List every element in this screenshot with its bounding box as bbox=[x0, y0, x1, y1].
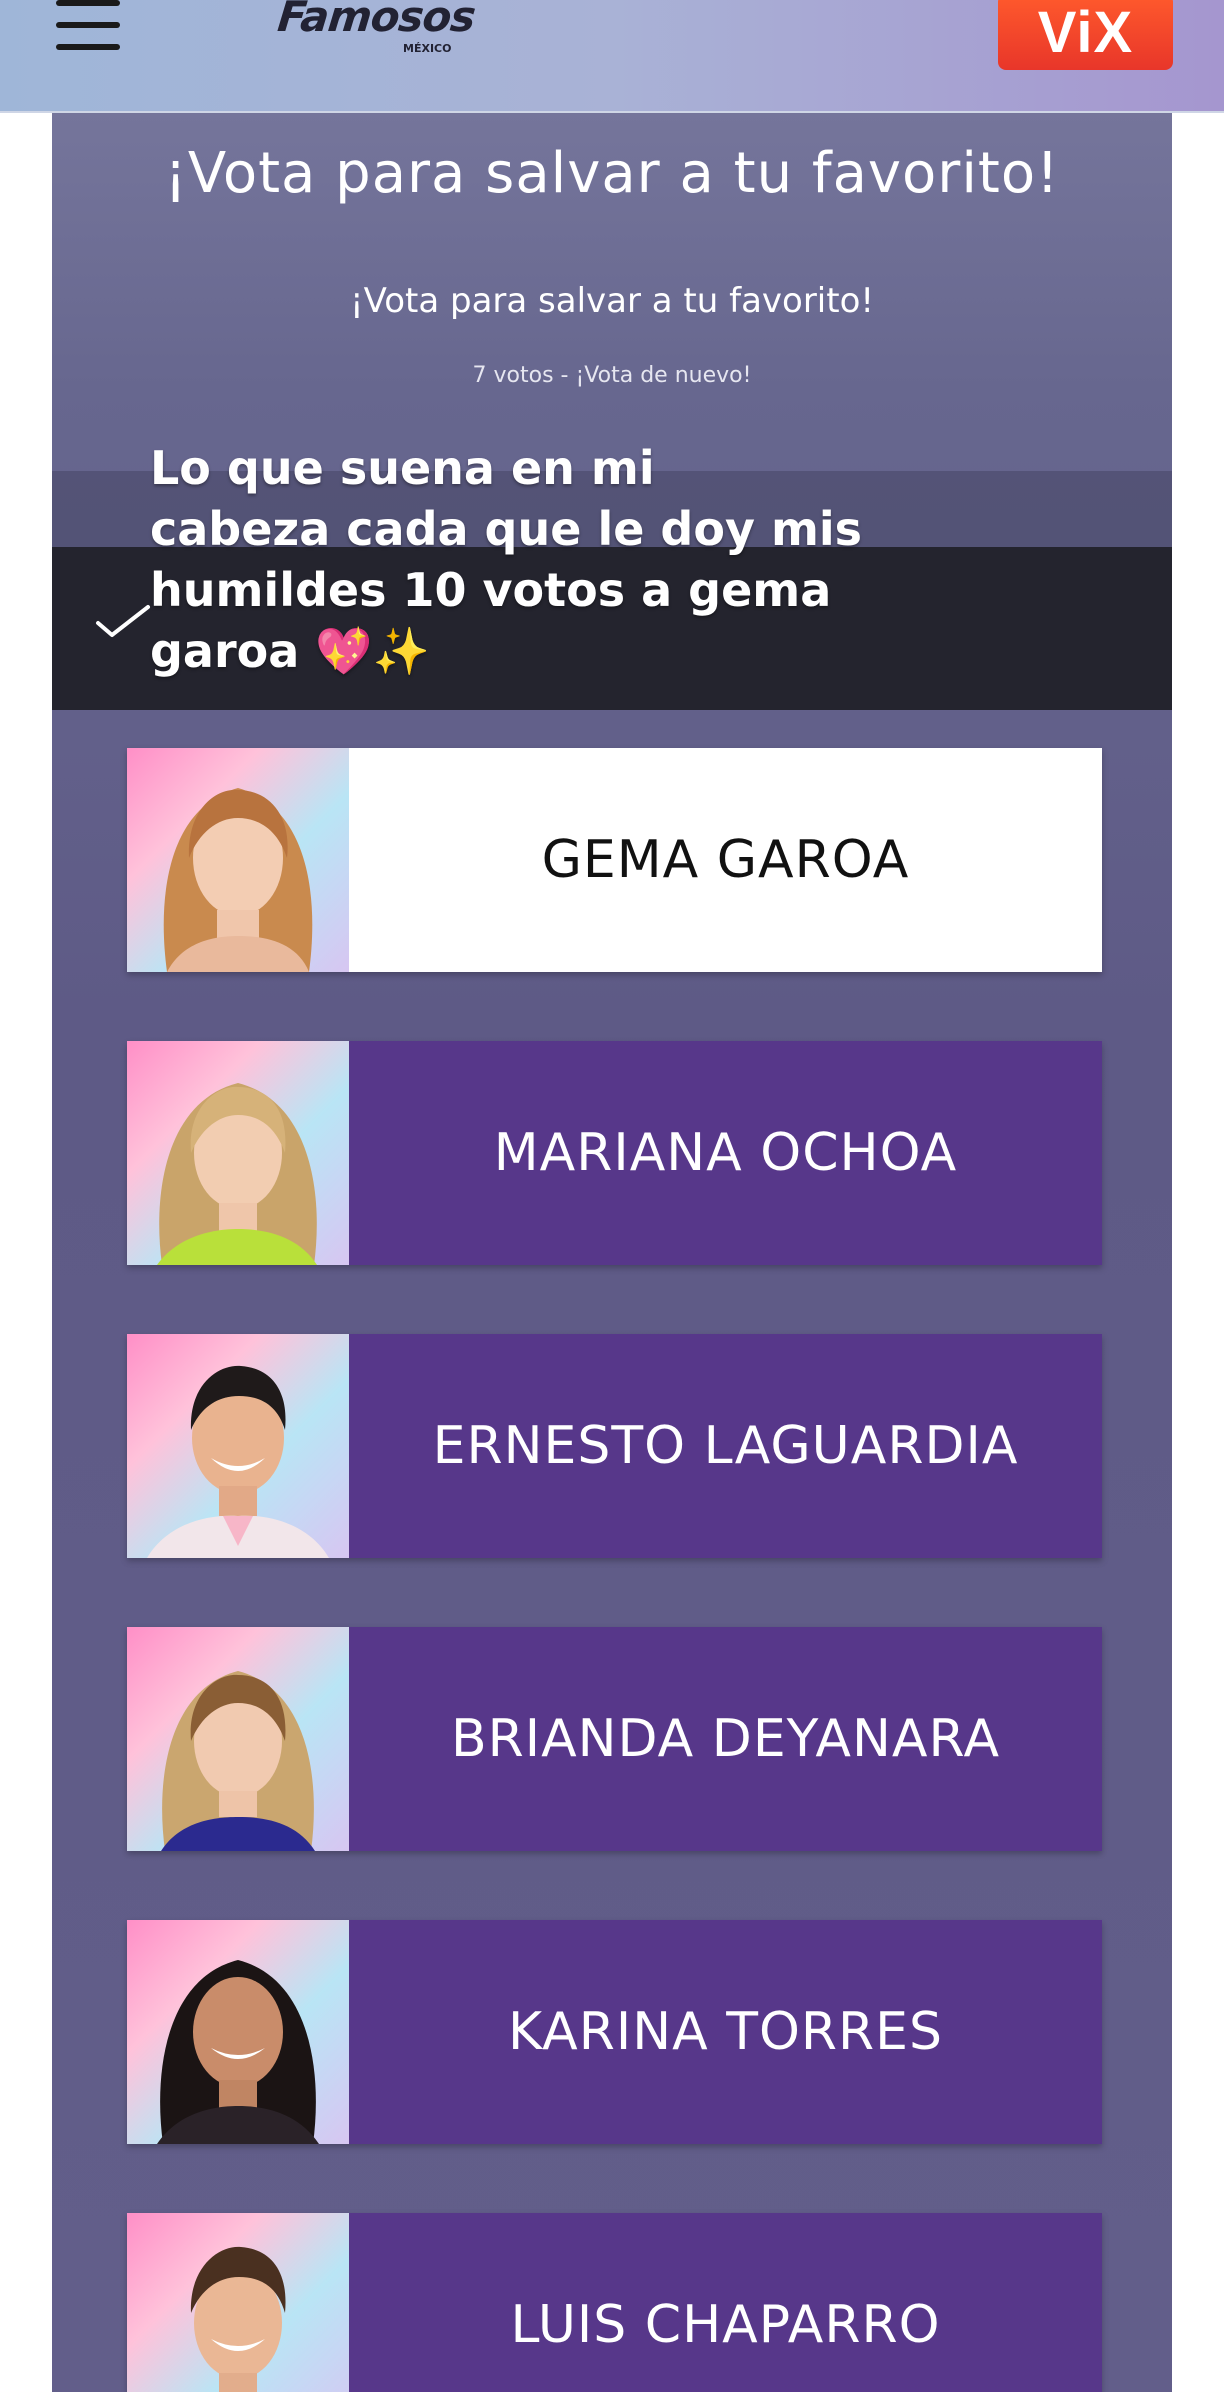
show-logo[interactable]: Famosos MÉXICO bbox=[275, 0, 477, 72]
hamburger-menu-icon[interactable] bbox=[56, 0, 120, 50]
contestant-name: LUIS CHAPARRO bbox=[349, 2213, 1102, 2392]
page-title: ¡Vota para salvar a tu favorito! bbox=[164, 141, 1060, 206]
vote-count-text[interactable]: 7 votos - ¡Vota de nuevo! bbox=[52, 363, 1172, 388]
contestant-card-luis-chaparro[interactable]: LUIS CHAPARRO bbox=[127, 2213, 1102, 2392]
contestant-avatar bbox=[157, 1960, 319, 2144]
contestant-card-brianda-deyanara[interactable]: BRIANDA DEYANARA bbox=[127, 1627, 1102, 1851]
contestant-card-gema-garoa[interactable]: GEMA GAROA bbox=[127, 748, 1102, 972]
poll-subtitle: ¡Vota para salvar a tu favorito! bbox=[349, 281, 875, 321]
menu-bar bbox=[56, 0, 120, 6]
contestant-name: GEMA GAROA bbox=[349, 748, 1102, 972]
caption-line: Lo que suena en mi bbox=[150, 441, 655, 495]
logo-subtext: MÉXICO bbox=[403, 42, 452, 55]
contestant-card-ernesto-laguardia[interactable]: ERNESTO LAGUARDIA bbox=[127, 1334, 1102, 1558]
video-caption: Lo que suena en mi cabeza cada que le do… bbox=[150, 438, 870, 682]
contestant-photo bbox=[127, 2213, 349, 2392]
caption-line: cabeza cada que le doy mis bbox=[150, 502, 863, 556]
contestant-name: MARIANA OCHOA bbox=[349, 1041, 1102, 1265]
page: Famosos MÉXICO ViX ¡Vota para salvar a t… bbox=[0, 0, 1224, 2392]
checkmark-icon bbox=[96, 605, 150, 637]
contestant-avatar bbox=[157, 1083, 317, 1265]
contestant-name: KARINA TORRES bbox=[349, 1920, 1102, 2144]
top-header: Famosos MÉXICO ViX bbox=[0, 0, 1224, 113]
contestant-photo bbox=[127, 748, 349, 972]
contestant-name: BRIANDA DEYANARA bbox=[349, 1627, 1102, 1851]
contestant-avatar bbox=[147, 1365, 329, 1558]
contestant-photo bbox=[127, 1334, 349, 1558]
contestant-avatar bbox=[163, 788, 313, 972]
contestant-avatar bbox=[190, 2246, 286, 2392]
contestant-card-karina-torres[interactable]: KARINA TORRES bbox=[127, 1920, 1102, 2144]
contestant-name: ERNESTO LAGUARDIA bbox=[349, 1334, 1102, 1558]
contestant-photo bbox=[127, 1627, 349, 1851]
contestant-card-mariana-ochoa[interactable]: MARIANA OCHOA bbox=[127, 1041, 1102, 1265]
contestant-photo bbox=[127, 1920, 349, 2144]
caption-line: garoa 💖✨ bbox=[150, 624, 430, 678]
contestant-photo bbox=[127, 1041, 349, 1265]
menu-bar bbox=[56, 22, 120, 28]
voting-panel: ¡Vota para salvar a tu favorito! ¡Vota p… bbox=[52, 113, 1172, 2392]
vix-button[interactable]: ViX bbox=[998, 0, 1173, 70]
logo-text: Famosos bbox=[275, 0, 478, 41]
contestant-avatar bbox=[161, 1671, 315, 1851]
caption-line: humildes 10 votos a gema bbox=[150, 563, 832, 617]
menu-bar bbox=[56, 44, 120, 50]
